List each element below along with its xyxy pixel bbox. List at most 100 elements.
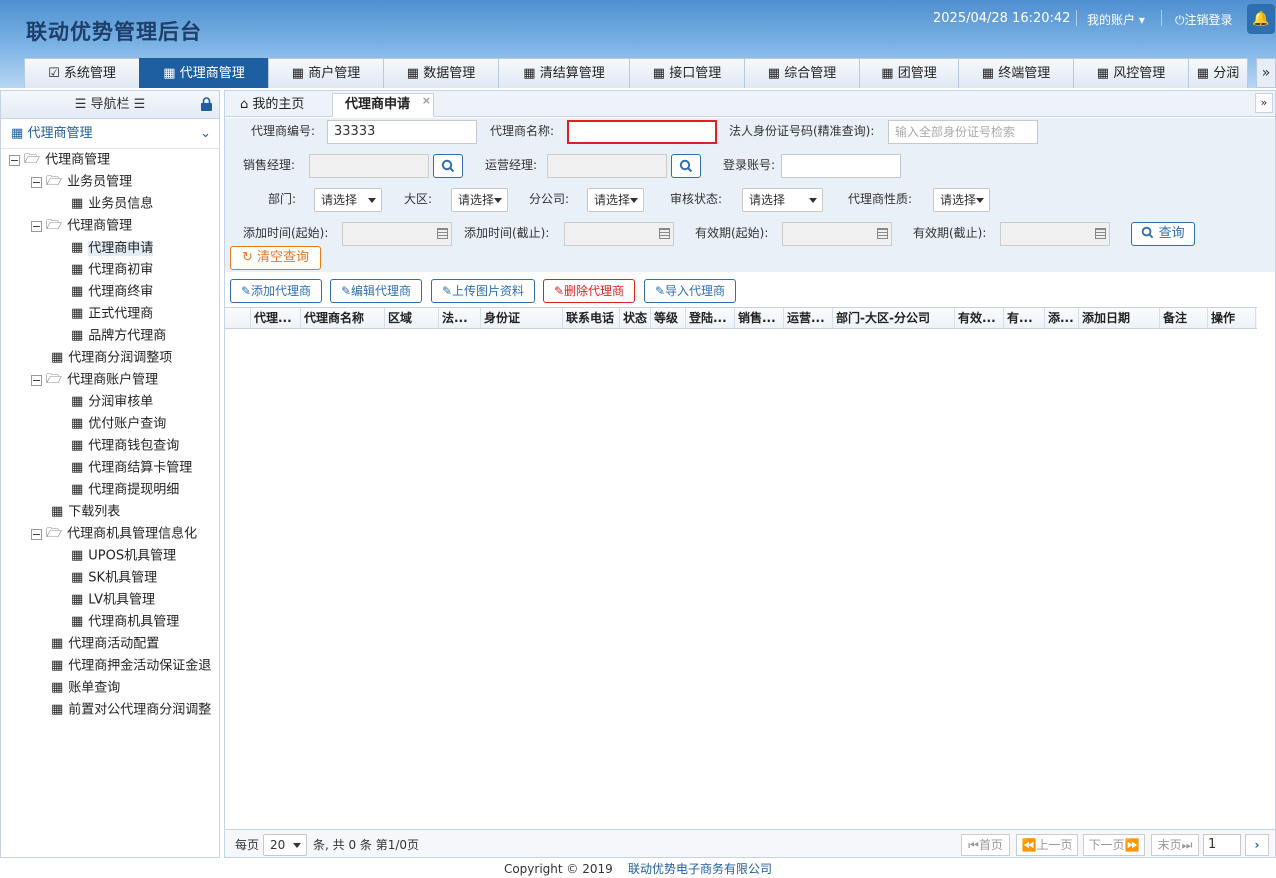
collapse-toggle-icon[interactable] <box>31 220 42 232</box>
grid-column-header[interactable]: 状态 <box>620 308 651 329</box>
grid-column-header[interactable]: 联系电话 <box>563 308 620 329</box>
grid-column-header[interactable]: 添... <box>1045 308 1079 329</box>
add-end-input[interactable] <box>564 222 674 246</box>
grid-column-header[interactable]: 代理商名称 <box>301 308 385 329</box>
topnav-item-6[interactable]: ▦ 综合管理 <box>744 58 860 88</box>
tree-item[interactable]: 🗁 代理商管理 <box>9 149 219 171</box>
tab-home[interactable]: ⌂ 我的主页 <box>227 93 317 117</box>
tree-item[interactable]: 🗁 代理商机具管理信息化 <box>31 523 219 545</box>
tree-item[interactable]: ▦ 业务员信息 <box>71 193 219 215</box>
topnav-item-9[interactable]: ▦ 风控管理 <box>1073 58 1189 88</box>
topnav-item-1[interactable]: ▦ 代理商管理 <box>139 58 269 88</box>
tree-item[interactable]: ▦ 品牌方代理商 <box>71 325 219 347</box>
go-page-button[interactable]: › <box>1245 834 1269 856</box>
grid-column-header[interactable]: 代理... <box>251 308 301 329</box>
grid-column-header[interactable]: 运营... <box>784 308 833 329</box>
agent-name-input[interactable] <box>567 120 717 144</box>
tree-item[interactable]: ▦ 代理商钱包查询 <box>71 435 219 457</box>
grid-column-header[interactable]: 有... <box>1004 308 1045 329</box>
add-agent-button[interactable]: ✎添加代理商 <box>230 279 322 303</box>
topnav-item-2[interactable]: ▦ 商户管理 <box>268 58 384 88</box>
calendar-icon[interactable] <box>437 228 448 239</box>
region-select[interactable]: 请选择 <box>451 188 508 212</box>
grid-column-header[interactable]: 部门-大区-分公司 <box>833 308 955 329</box>
delete-agent-button[interactable]: ✎删除代理商 <box>543 279 635 303</box>
grid-select-column[interactable] <box>225 308 251 329</box>
agent-no-input[interactable]: 33333 <box>327 120 477 144</box>
calendar-icon[interactable] <box>877 228 888 239</box>
tree-item[interactable]: ▦ 分润审核单 <box>71 391 219 413</box>
ops-manager-search-button[interactable] <box>671 154 701 178</box>
notification-button[interactable]: 🔔 <box>1247 4 1275 34</box>
tree-item[interactable]: ▦ 代理商活动配置 <box>51 633 219 655</box>
grid-column-header[interactable]: 区域 <box>385 308 439 329</box>
grid-column-header[interactable]: 销售... <box>735 308 784 329</box>
topnav-item-0[interactable]: ☑ 系统管理 <box>24 58 140 88</box>
grid-column-header[interactable]: 有效... <box>955 308 1004 329</box>
tree-item[interactable]: ▦ UPOS机具管理 <box>71 545 219 567</box>
last-page-button[interactable]: 末页⏭ <box>1151 834 1199 856</box>
valid-end-input[interactable] <box>1000 222 1110 246</box>
topnav-item-10[interactable]: ▦ 分润 <box>1188 58 1248 88</box>
branch-select[interactable]: 请选择 <box>587 188 644 212</box>
grid-column-header[interactable]: 登陆... <box>686 308 735 329</box>
tree-item[interactable]: ▦ 正式代理商 <box>71 303 219 325</box>
tab-agent-apply[interactable]: 代理商申请 × <box>332 93 434 117</box>
tree-item[interactable]: 🗁 业务员管理 <box>31 171 219 193</box>
grid-column-header[interactable]: 身份证 <box>481 308 563 329</box>
tree-item[interactable]: ▦ SK机具管理 <box>71 567 219 589</box>
tree-item[interactable]: ▦ 代理商提现明细 <box>71 479 219 501</box>
topnav-item-4[interactable]: ▦ 清结算管理 <box>498 58 630 88</box>
calendar-icon[interactable] <box>659 228 670 239</box>
next-page-button[interactable]: 下一页⏩ <box>1083 834 1145 856</box>
grid-column-header[interactable]: 备注 <box>1160 308 1208 329</box>
clear-query-button[interactable]: ↻ 清空查询 <box>230 246 321 270</box>
grid-column-header[interactable]: 操作 <box>1208 308 1256 329</box>
company-link[interactable]: 联动优势电子商务有限公司 <box>628 862 772 876</box>
first-page-button[interactable]: ⏮首页 <box>961 834 1010 856</box>
tree-item[interactable]: ▦ 优付账户查询 <box>71 413 219 435</box>
query-button[interactable]: 查询 <box>1131 222 1195 246</box>
grid-column-header[interactable]: 添加日期 <box>1079 308 1160 329</box>
lock-icon[interactable] <box>200 97 213 111</box>
close-icon[interactable]: × <box>422 90 431 112</box>
grid-column-header[interactable]: 等级 <box>651 308 686 329</box>
calendar-icon[interactable] <box>1095 228 1106 239</box>
tree-item[interactable]: 🗁 代理商管理 <box>31 215 219 237</box>
tree-item[interactable]: ▦ 代理商终审 <box>71 281 219 303</box>
collapse-toggle-icon[interactable] <box>31 176 42 188</box>
sales-manager-search-button[interactable] <box>433 154 463 178</box>
topnav-item-8[interactable]: ▦ 终端管理 <box>958 58 1074 88</box>
tree-item[interactable]: ▦ 下载列表 <box>51 501 219 523</box>
audit-status-select[interactable]: 请选择 <box>742 188 823 212</box>
nav-scroll-right-button[interactable]: » <box>1256 58 1276 88</box>
add-start-input[interactable] <box>342 222 452 246</box>
tree-item[interactable]: ▦ 代理商初审 <box>71 259 219 281</box>
agent-nature-select[interactable]: 请选择 <box>933 188 990 212</box>
topnav-item-7[interactable]: ▦ 团管理 <box>859 58 959 88</box>
tree-item[interactable]: ▦ 代理商分润调整项 <box>51 347 219 369</box>
page-number-input[interactable]: 1 <box>1203 834 1241 856</box>
collapse-toggle-icon[interactable] <box>31 528 42 540</box>
collapse-toggle-icon[interactable] <box>9 154 20 166</box>
per-page-select[interactable]: 20 <box>263 834 307 856</box>
login-account-input[interactable] <box>781 154 901 178</box>
edit-agent-button[interactable]: ✎编辑代理商 <box>330 279 422 303</box>
tree-item[interactable]: ▦ LV机具管理 <box>71 589 219 611</box>
sidebar-section-agent[interactable]: ▦ 代理商管理 ⌄ <box>1 119 219 149</box>
tree-item[interactable]: ▦ 代理商结算卡管理 <box>71 457 219 479</box>
sales-manager-input[interactable] <box>309 154 429 178</box>
ops-manager-input[interactable] <box>547 154 667 178</box>
legal-id-input[interactable]: 输入全部身份证号检索 <box>888 120 1038 144</box>
valid-start-input[interactable] <box>782 222 892 246</box>
topnav-item-3[interactable]: ▦ 数据管理 <box>383 58 499 88</box>
tree-item[interactable]: ▦ 代理商申请 <box>71 237 219 259</box>
tree-item[interactable]: ▦ 代理商押金活动保证金退 <box>51 655 219 677</box>
collapse-toggle-icon[interactable] <box>31 374 42 386</box>
import-agent-button[interactable]: ✎导入代理商 <box>644 279 736 303</box>
tab-collapse-button[interactable]: » <box>1255 93 1273 113</box>
logout-button[interactable]: ⏻注销登录 <box>1175 11 1233 28</box>
topnav-item-5[interactable]: ▦ 接口管理 <box>629 58 745 88</box>
tree-item[interactable]: ▦ 代理商机具管理 <box>71 611 219 633</box>
tree-item[interactable]: ▦ 账单查询 <box>51 677 219 699</box>
